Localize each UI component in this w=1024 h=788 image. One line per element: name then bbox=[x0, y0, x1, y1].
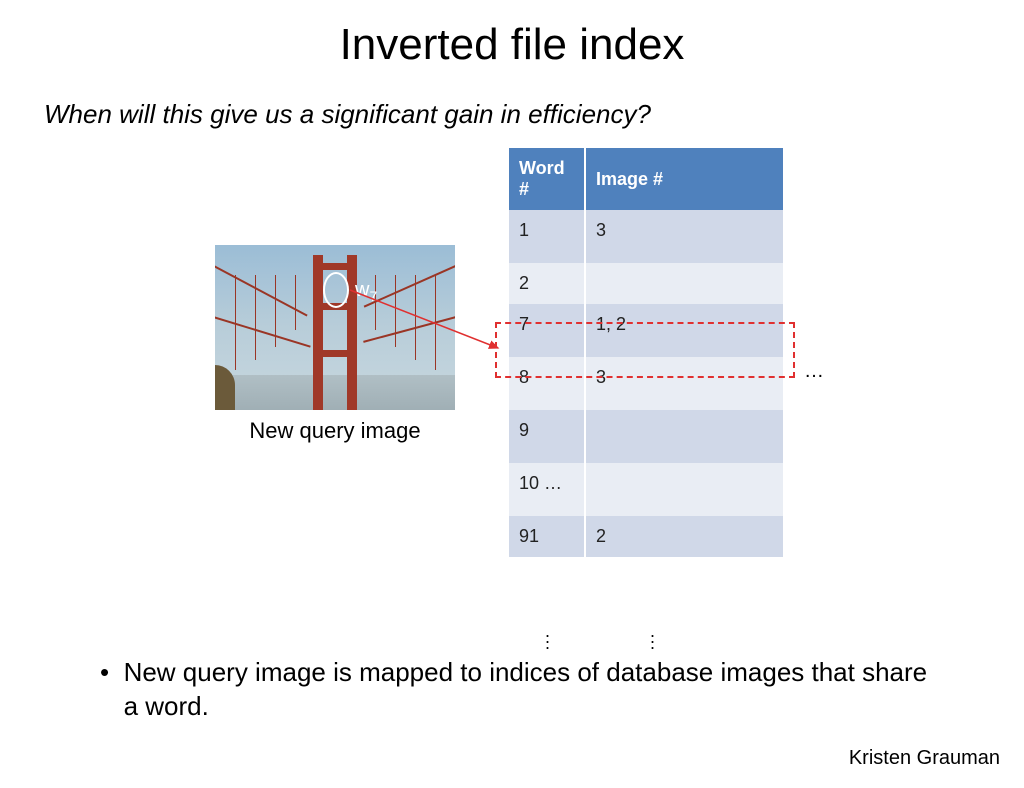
feature-label: w7 bbox=[355, 279, 377, 304]
vertical-ellipsis-icon: ... bbox=[545, 628, 550, 646]
query-image-graphic bbox=[215, 245, 455, 410]
table-header-word: Word # bbox=[509, 148, 585, 210]
table-cell: 2 bbox=[585, 516, 783, 557]
slide-title: Inverted file index bbox=[0, 20, 1024, 70]
table-cell: 1 bbox=[509, 210, 585, 263]
table-cell bbox=[585, 263, 783, 304]
attribution-text: Kristen Grauman bbox=[849, 747, 1000, 770]
highlight-box-icon bbox=[495, 322, 795, 378]
table-header-image: Image # bbox=[585, 148, 783, 210]
question-text: When will this give us a significant gai… bbox=[44, 98, 1024, 131]
table-cell: 2 bbox=[509, 263, 585, 304]
table-cell: 3 bbox=[585, 210, 783, 263]
bullet-point: • New query image is mapped to indices o… bbox=[100, 656, 934, 724]
table-cell: 91 bbox=[509, 516, 585, 557]
row-ellipsis: … bbox=[804, 360, 826, 383]
table-cell: 9 bbox=[509, 410, 585, 463]
vertical-ellipsis-icon: ... bbox=[650, 628, 655, 646]
table-cell: 10 … bbox=[509, 463, 585, 516]
table-cell bbox=[585, 463, 783, 516]
feature-ellipse-icon bbox=[323, 272, 349, 308]
table-cell bbox=[585, 410, 783, 463]
query-image-caption: New query image bbox=[215, 418, 455, 444]
